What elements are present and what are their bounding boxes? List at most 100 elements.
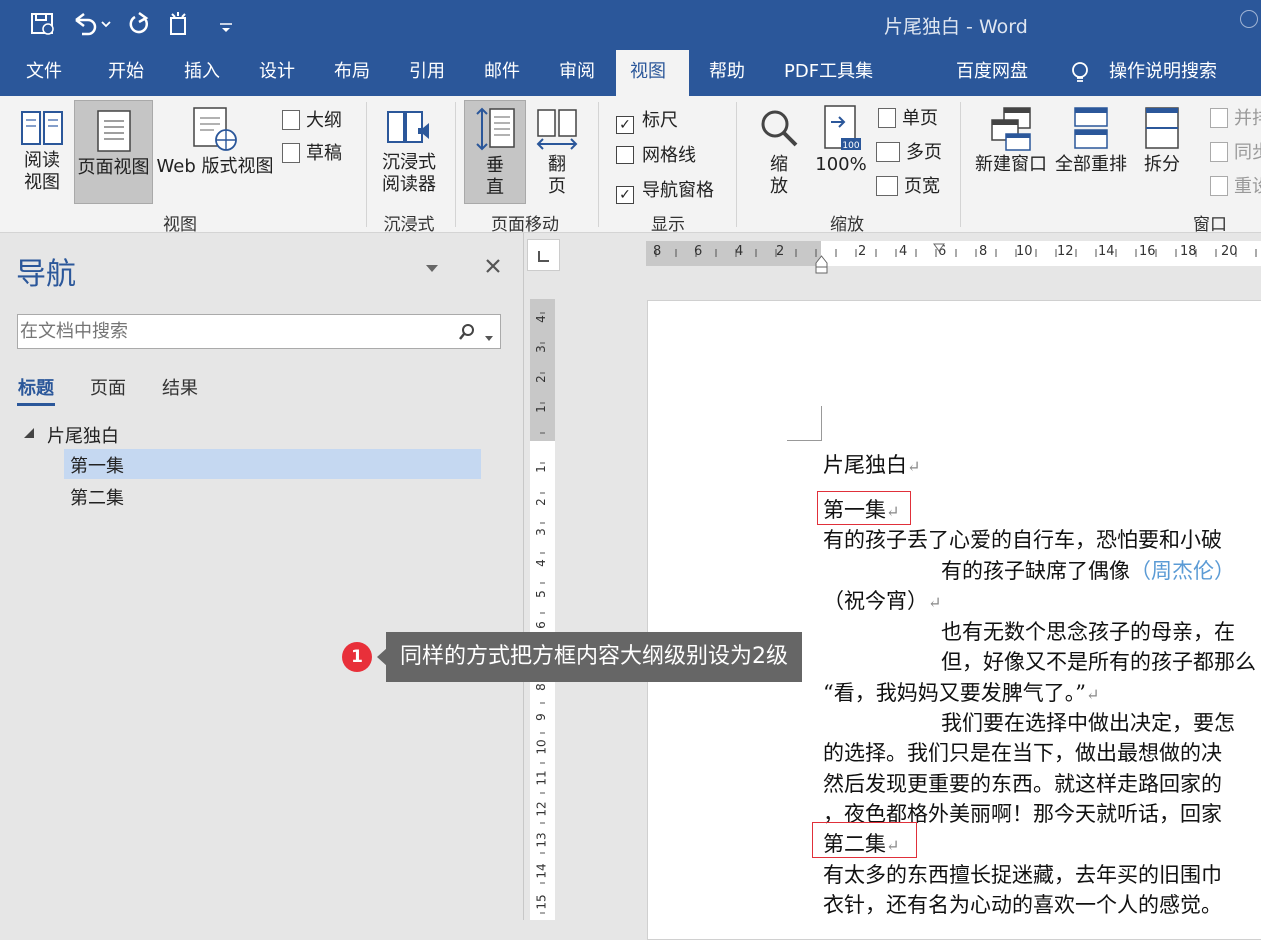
reset-window-position-button[interactable]: 重设 bbox=[1210, 172, 1261, 198]
magnifier-icon bbox=[761, 110, 798, 147]
tab-selector[interactable] bbox=[527, 239, 560, 271]
heading-root[interactable]: 片尾独白 bbox=[47, 422, 119, 448]
search-box[interactable] bbox=[17, 314, 501, 349]
heading-item-label: 第一集 bbox=[70, 456, 124, 477]
paragraph[interactable]: （祝今宵）↵ bbox=[823, 585, 941, 615]
group-page-movement: 页面移动 bbox=[491, 215, 559, 235]
ruler-checkbox[interactable]: ✓ 标尺 bbox=[616, 106, 678, 134]
vertical-ruler[interactable]: 4 3 2 1 1 2 3 4 5 6 7 8 9 10 11 12 13 14… bbox=[530, 299, 555, 920]
dropdown-icon[interactable] bbox=[484, 328, 494, 341]
close-icon[interactable] bbox=[484, 257, 502, 275]
ruler-label: 2 bbox=[776, 244, 785, 259]
group-zoom: 缩放 bbox=[830, 215, 864, 235]
touch-mode-icon[interactable] bbox=[168, 10, 196, 38]
search-icon[interactable] bbox=[458, 323, 476, 341]
group-window: 窗口 bbox=[1193, 215, 1227, 235]
page-icon bbox=[96, 110, 131, 152]
outline-button[interactable]: 大纲 bbox=[282, 106, 342, 132]
synchronous-scrolling-button[interactable]: 同步 bbox=[1210, 138, 1261, 164]
search-input[interactable] bbox=[20, 319, 440, 344]
ruler-label: 20 bbox=[1221, 244, 1238, 259]
vertical-ruler-ticks bbox=[540, 312, 545, 914]
tab-pages[interactable]: 页面 bbox=[90, 374, 126, 400]
page-width-button[interactable]: 页宽 bbox=[876, 172, 940, 198]
tab-pdf-tools[interactable]: PDF工具集 bbox=[770, 50, 887, 96]
tab-insert[interactable]: 插入 bbox=[170, 50, 234, 96]
heading-item-selected[interactable]: 第一集 bbox=[64, 449, 481, 479]
ruler-label: 16 bbox=[1139, 244, 1156, 259]
ruler-label: 5 bbox=[533, 590, 548, 598]
new-window-button[interactable]: 新建窗口 bbox=[972, 102, 1050, 182]
ruler-label: 18 bbox=[1180, 244, 1197, 259]
split-button[interactable]: 拆分 bbox=[1136, 102, 1188, 182]
ruler-label: 4 bbox=[735, 244, 744, 259]
tab-home[interactable]: 开始 bbox=[94, 50, 158, 96]
tab-view[interactable]: 视图 bbox=[616, 50, 689, 96]
horizontal-ruler[interactable]: 8 6 4 2 2 4 6 8 10 12 14 16 18 20 bbox=[646, 241, 1261, 274]
arrange-all-button[interactable]: 全部重排 bbox=[1052, 102, 1130, 182]
tab-design[interactable]: 设计 bbox=[245, 50, 309, 96]
tab-results[interactable]: 结果 bbox=[162, 374, 198, 400]
zoom-button[interactable]: 缩放 bbox=[752, 102, 806, 202]
account-icon[interactable] bbox=[1240, 10, 1258, 28]
redo-icon[interactable] bbox=[126, 10, 152, 38]
ruler-label: 1 bbox=[533, 465, 548, 473]
side-to-side-button[interactable]: 翻页 bbox=[530, 102, 584, 202]
first-line-indent-marker[interactable] bbox=[933, 237, 945, 252]
doc-title[interactable]: 片尾独白↵ bbox=[823, 449, 920, 479]
left-indent-marker[interactable] bbox=[815, 255, 828, 274]
paragraph[interactable]: 我们要在选择中做出决定，要怎 bbox=[941, 707, 1235, 737]
chevron-down-icon[interactable] bbox=[424, 259, 440, 272]
navigation-pane-checkbox[interactable]: ✓ 导航窗格 bbox=[616, 176, 714, 204]
checkmark-icon: ✓ bbox=[616, 186, 634, 204]
multiple-pages-button[interactable]: 多页 bbox=[876, 138, 942, 164]
paragraph[interactable]: 有的孩子丢了心爱的自行车，恐怕要和小破 bbox=[823, 524, 1222, 554]
paragraph[interactable]: 有太多的东西擅长捉迷藏，去年买的旧围巾 bbox=[823, 859, 1222, 889]
customize-qat-icon[interactable] bbox=[216, 14, 236, 34]
vertical-button[interactable]: 垂直 bbox=[464, 100, 526, 204]
title-bar: 片尾独白 - Word bbox=[0, 0, 1261, 50]
paragraph[interactable]: 也有无数个思念孩子的母亲，在 bbox=[941, 616, 1235, 646]
view-side-by-side-button[interactable]: 并排 bbox=[1210, 104, 1261, 130]
zoom-100-button[interactable]: 100 100% bbox=[812, 102, 870, 182]
tab-references[interactable]: 引用 bbox=[395, 50, 459, 96]
side-to-side-icon bbox=[536, 109, 578, 150]
undo-icon[interactable] bbox=[70, 10, 112, 38]
paragraph[interactable]: 有的孩子缺席了偶像（周杰伦） bbox=[941, 555, 1235, 585]
paragraph[interactable]: 的选择。我们只是在当下，做出最想做的决 bbox=[823, 737, 1222, 767]
gridlines-checkbox[interactable]: 网格线 bbox=[616, 141, 696, 167]
reader-speaker-icon bbox=[387, 111, 429, 143]
web-layout-button[interactable]: Web 版式视图 bbox=[155, 102, 275, 202]
group-show: 显示 bbox=[651, 215, 685, 235]
tab-file[interactable]: 文件 bbox=[12, 50, 76, 96]
group-views: 视图 bbox=[163, 215, 197, 235]
tab-review[interactable]: 审阅 bbox=[545, 50, 609, 96]
checkmark-icon: ✓ bbox=[616, 116, 634, 134]
collapse-triangle-icon[interactable] bbox=[22, 425, 36, 439]
ruler-label: 14 bbox=[534, 863, 549, 879]
ruler-label: 1 bbox=[533, 405, 548, 413]
window-title: 片尾独白 - Word bbox=[884, 16, 1028, 38]
highlight-box bbox=[812, 822, 917, 858]
tell-me-search[interactable]: 操作说明搜索 bbox=[1095, 50, 1231, 96]
read-mode-button[interactable]: 阅读 视图 bbox=[10, 102, 74, 202]
draft-button[interactable]: 草稿 bbox=[282, 139, 342, 165]
paragraph[interactable]: 衣针，还有名为心动的喜欢一个人的感觉。 bbox=[823, 889, 1222, 919]
highlight-box bbox=[817, 491, 911, 525]
new-window-icon bbox=[991, 107, 1031, 151]
tab-headings[interactable]: 标题 bbox=[18, 374, 54, 400]
paragraph[interactable]: 但，好像又不是所有的孩子都那么 bbox=[941, 646, 1256, 676]
one-page-button[interactable]: 单页 bbox=[878, 104, 938, 130]
save-icon[interactable] bbox=[30, 12, 56, 36]
heading-item[interactable]: 第二集 bbox=[70, 484, 124, 510]
tab-baidu-netdisk[interactable]: 百度网盘 bbox=[942, 50, 1042, 96]
print-layout-button[interactable]: 页面视图 bbox=[74, 100, 153, 204]
tab-mailings[interactable]: 邮件 bbox=[470, 50, 534, 96]
paragraph[interactable]: “看，我妈妈又要发脾气了。”↵ bbox=[823, 677, 1099, 707]
web-globe-icon bbox=[193, 107, 237, 151]
immersive-reader-button[interactable]: 沉浸式 阅读器 bbox=[376, 102, 442, 202]
tab-layout[interactable]: 布局 bbox=[320, 50, 384, 96]
ruler-label: 13 bbox=[534, 832, 549, 848]
paragraph[interactable]: 然后发现更重要的东西。就这样走路回家的 bbox=[823, 768, 1222, 798]
tab-help[interactable]: 帮助 bbox=[695, 50, 759, 96]
